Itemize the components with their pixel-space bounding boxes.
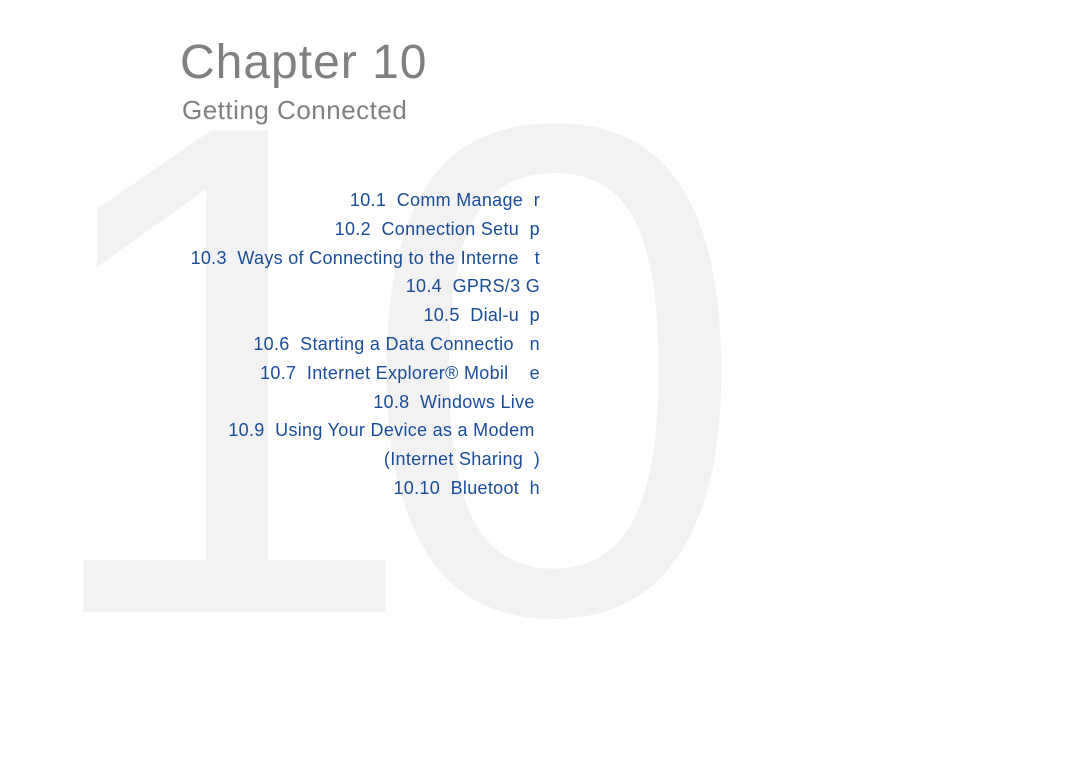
toc-item: 10.7 Internet Explorer® Mobil e	[180, 359, 540, 388]
chapter-subtitle: Getting Connected	[182, 95, 1080, 126]
page-content: Chapter 10 Getting Connected 10.1 Comm M…	[0, 0, 1080, 503]
toc-item: 10.8 Windows Live	[180, 388, 540, 417]
toc-item: (Internet Sharing )	[180, 445, 540, 474]
toc-item: 10.9 Using Your Device as a Modem	[180, 416, 540, 445]
toc-item: 10.2 Connection Setu p	[180, 215, 540, 244]
toc-item: 10.4 GPRS/3 G	[180, 272, 540, 301]
toc-item: 10.10 Bluetoot h	[180, 474, 540, 503]
toc-item: 10.1 Comm Manage r	[180, 186, 540, 215]
table-of-contents: 10.1 Comm Manage r 10.2 Connection Setu …	[180, 186, 540, 503]
toc-item: 10.6 Starting a Data Connectio n	[180, 330, 540, 359]
chapter-title: Chapter 10	[180, 35, 1080, 90]
toc-item: 10.3 Ways of Connecting to the Interne t	[180, 244, 540, 273]
toc-item: 10.5 Dial-u p	[180, 301, 540, 330]
